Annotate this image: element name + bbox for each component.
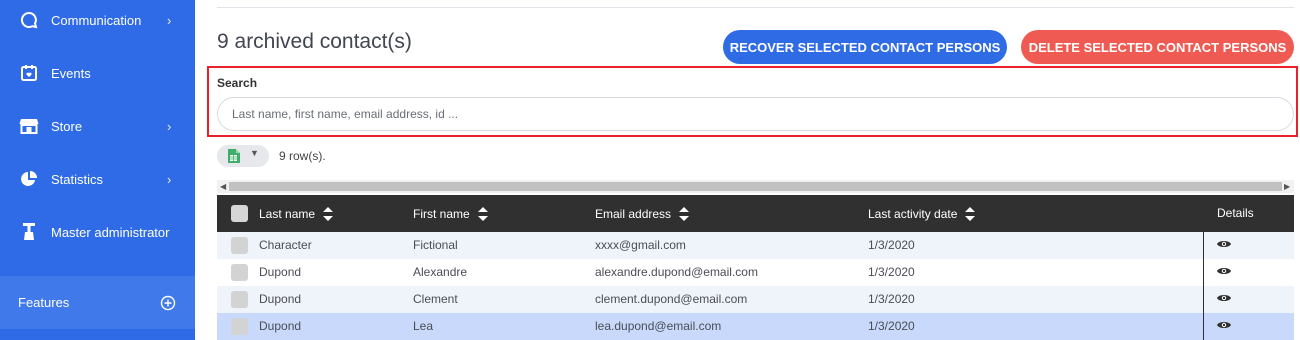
sidebar-item-label: Communication [51,12,142,28]
cell-first-name: Clement [413,292,458,306]
row-checkbox[interactable] [231,264,248,281]
cell-email: alexandre.dupond@email.com [595,265,758,279]
sort-icon [477,207,488,221]
search-label: Search [217,76,258,90]
eye-icon[interactable] [1217,238,1231,250]
cell-first-name: Lea [413,319,434,333]
cell-email: xxxx@gmail.com [595,238,686,252]
add-circle-icon[interactable] [160,295,176,311]
spreadsheet-icon [227,149,240,163]
chevron-right-icon: › [167,12,172,28]
scroll-right-icon[interactable]: ▶ [1284,180,1290,193]
sidebar-item-master-administrator[interactable]: Master administrator [0,212,195,252]
select-all-checkbox[interactable] [231,205,248,222]
delete-contacts-button[interactable]: DELETE SELECTED CONTACT PERSONS [1021,30,1294,64]
sidebar-item-events[interactable]: Events [0,53,195,93]
sidebar-item-statistics[interactable]: Statistics › [0,159,195,199]
chat-icon [19,10,39,30]
eye-icon[interactable] [1217,319,1231,331]
eye-icon[interactable] [1217,292,1231,304]
recover-contacts-button[interactable]: RECOVER SELECTED CONTACT PERSONS [723,30,1007,64]
column-header-last-activity[interactable]: Last activity date [868,207,976,221]
cell-first-name: Fictional [413,238,458,252]
column-header-first-name[interactable]: First name [413,207,489,221]
sidebar-item-communication[interactable]: Communication › [0,0,195,40]
chevron-right-icon: › [167,118,172,134]
row-count: 9 row(s). [279,149,326,163]
column-header-last-name[interactable]: Last name [259,207,334,221]
eye-icon[interactable] [1217,265,1231,277]
sidebar-item-label: Master administrator [51,224,170,240]
sort-icon [323,207,334,221]
cell-last-name: Dupond [259,265,302,279]
sidebar-item-label: Store [51,118,83,134]
admin-icon [19,222,39,242]
table-row[interactable]: Dupond Alexandre alexandre.dupond@email.… [217,259,1294,286]
sidebar-item-label: Statistics [51,171,104,187]
store-icon [19,116,39,136]
row-checkbox[interactable] [231,318,248,335]
sidebar-item-label: Events [51,65,91,81]
table-header: Last name First name Email address Last … [217,195,1294,232]
sidebar-features[interactable]: Features [0,276,195,329]
export-dropdown-button[interactable]: ▼ [217,145,269,167]
top-divider [217,7,1294,8]
search-input[interactable] [217,97,1294,131]
caret-down-icon: ▼ [250,148,259,158]
scrollbar-thumb[interactable] [229,182,1282,191]
cell-last-activity: 1/3/2020 [868,319,915,333]
sort-icon [679,207,690,221]
horizontal-scrollbar[interactable]: ◀ ▶ [217,180,1294,193]
page-title: 9 archived contact(s) [217,30,412,53]
table-row[interactable]: Dupond Lea lea.dupond@email.com 1/3/2020 [217,313,1294,340]
sort-icon [965,207,976,221]
cell-first-name: Alexandre [413,265,468,279]
cell-email: lea.dupond@email.com [595,319,722,333]
scroll-left-icon[interactable]: ◀ [220,180,226,193]
row-checkbox[interactable] [231,237,248,254]
table-row[interactable]: Dupond Clement clement.dupond@email.com … [217,286,1294,313]
sidebar-item-store[interactable]: Store › [0,106,195,146]
table-row[interactable]: Character Fictional xxxx@gmail.com 1/3/2… [217,232,1294,259]
cell-last-activity: 1/3/2020 [868,265,915,279]
row-checkbox[interactable] [231,291,248,308]
calendar-icon [19,63,39,83]
cell-last-name: Dupond [259,292,302,306]
sidebar: Communication › Events Store › Statistic… [0,0,195,340]
features-label: Features [18,295,70,310]
cell-last-name: Dupond [259,319,302,333]
app-root: Communication › Events Store › Statistic… [0,0,1300,340]
column-header-email[interactable]: Email address [595,207,690,221]
column-header-details: Details [1204,195,1294,232]
chevron-right-icon: › [167,171,172,187]
cell-last-name: Character [259,238,312,252]
cell-email: clement.dupond@email.com [595,292,748,306]
pie-chart-icon [19,169,39,189]
cell-last-activity: 1/3/2020 [868,238,915,252]
cell-last-activity: 1/3/2020 [868,292,915,306]
